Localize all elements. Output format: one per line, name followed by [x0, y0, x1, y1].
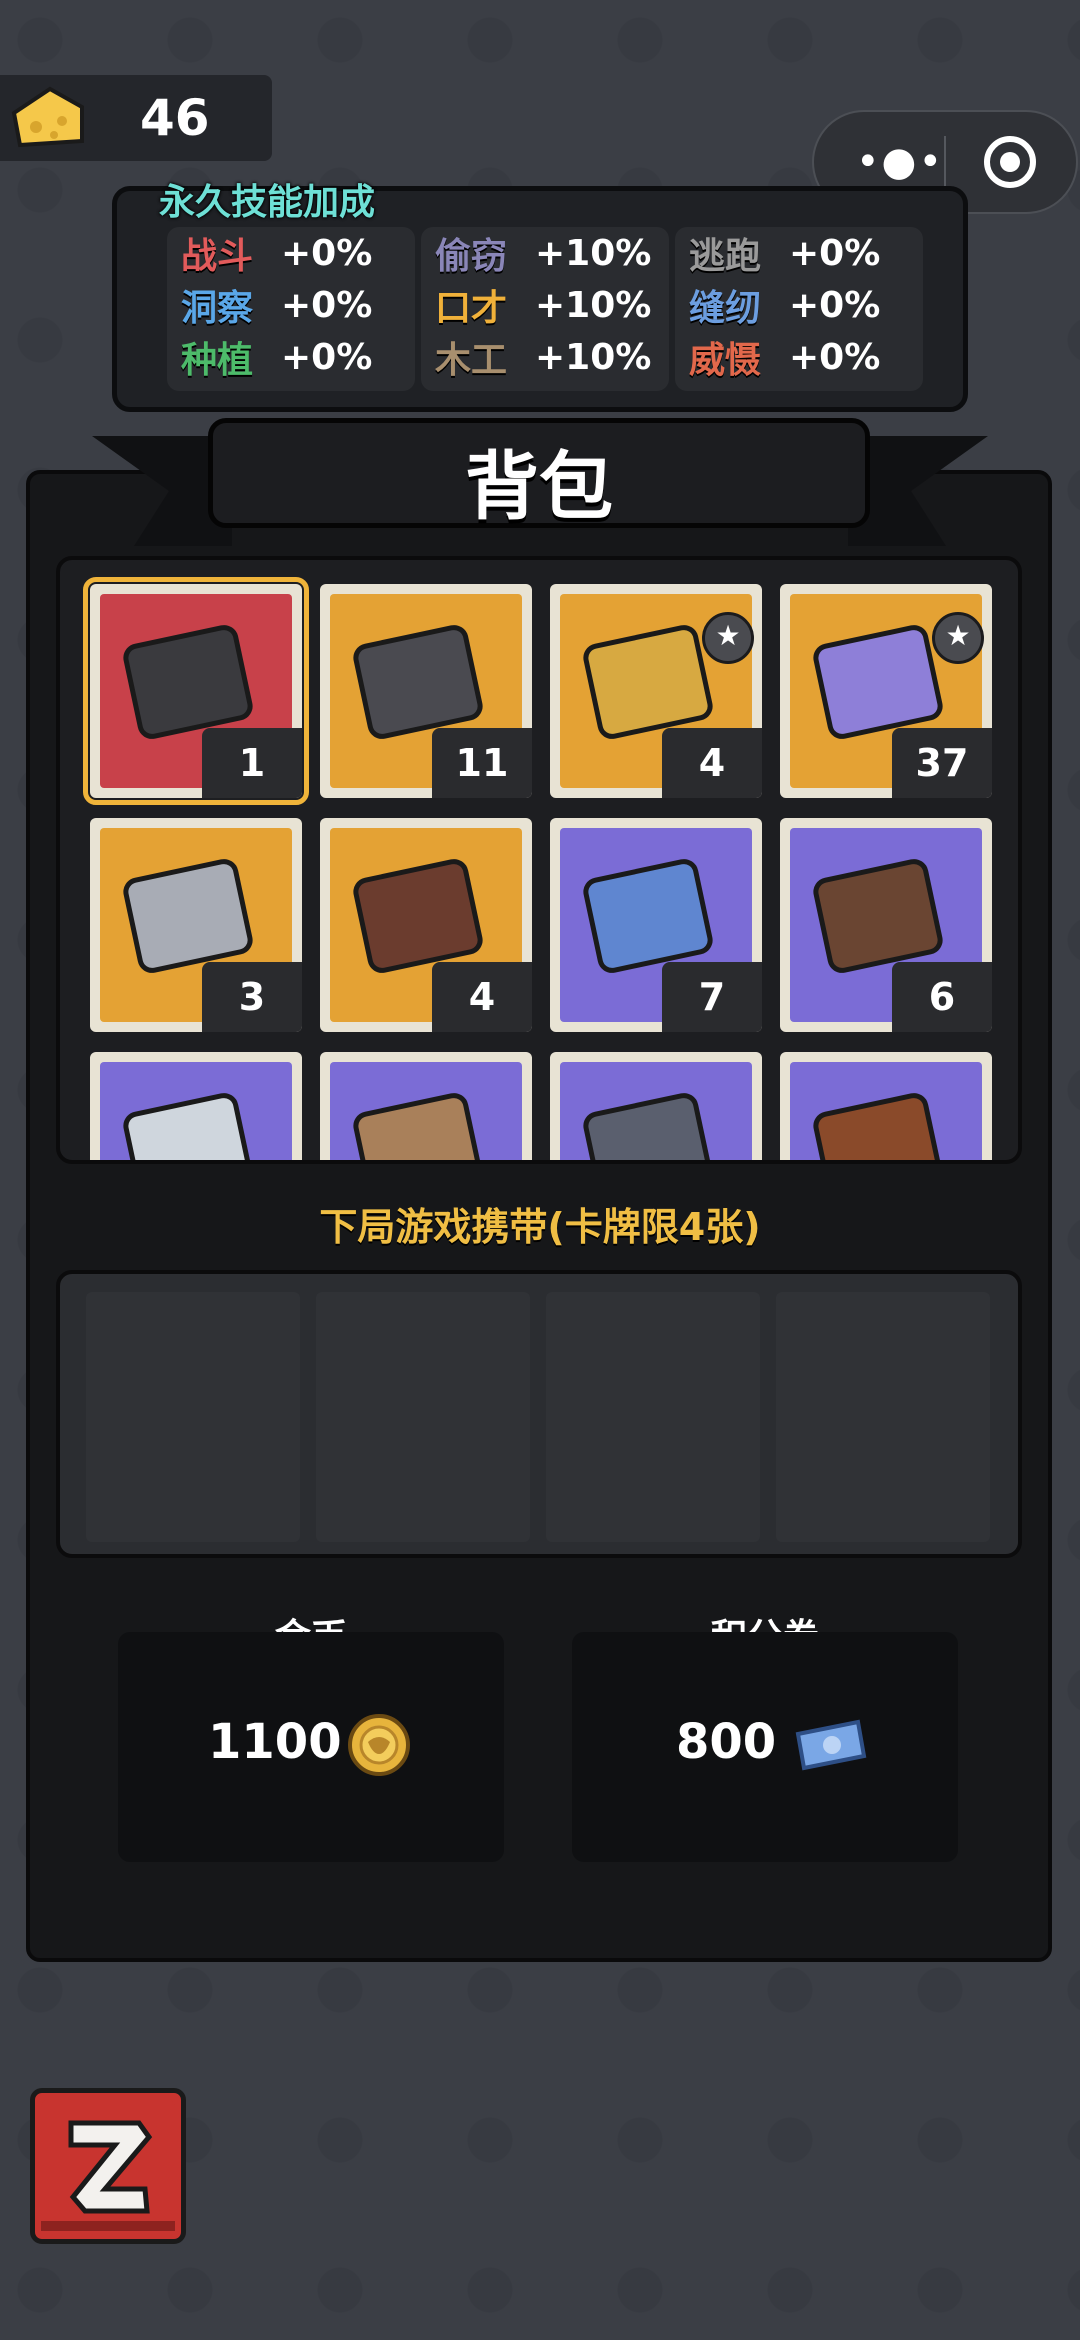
- skill-column-2: 偷窃 +10% 口才 +10% 木工 +10%: [421, 227, 669, 391]
- carry-title: 下局游戏携带(卡牌限4张): [319, 1205, 761, 1249]
- inventory-card-gold-card[interactable]: ★ 4: [550, 584, 762, 798]
- skill-name: 战斗: [181, 236, 254, 277]
- star-badge-icon: ★: [702, 612, 754, 664]
- ticket-bag-icon: [583, 859, 713, 973]
- skill-column-1: 战斗 +0% 洞察 +0% 种植 +0%: [167, 227, 415, 391]
- purple-card-icon: [813, 625, 943, 739]
- item-count: 1: [202, 728, 302, 798]
- skill-value: +0%: [789, 284, 881, 326]
- skill-row: 逃跑 +0%: [675, 227, 923, 279]
- points-value: 800: [676, 1714, 777, 1770]
- skill-value: +10%: [535, 336, 652, 378]
- skill-name: 口才: [435, 288, 508, 329]
- skill-name: 偷窃: [435, 236, 508, 277]
- skill-row: 缝纫 +0%: [675, 279, 923, 331]
- skill-value: +0%: [281, 336, 373, 378]
- medkit-icon: [123, 1093, 253, 1160]
- wallet-icon: [813, 859, 943, 973]
- close-program-button[interactable]: [984, 136, 1036, 188]
- capsule-divider: [944, 136, 946, 190]
- skill-panel-title: 永久技能加成: [159, 182, 376, 223]
- item-count: 11: [432, 728, 532, 798]
- carry-slot[interactable]: [316, 1292, 530, 1542]
- inventory-grid[interactable]: 1 11 ★ 4 ★ 37 3 4 7 6: [56, 556, 1022, 1164]
- more-menu-button[interactable]: •●•: [850, 140, 950, 184]
- cheese-icon: [11, 86, 84, 148]
- skill-value: +0%: [789, 336, 881, 378]
- back-button[interactable]: [30, 2088, 186, 2244]
- skill-name: 逃跑: [689, 236, 762, 277]
- packaged-card-icon: [353, 625, 483, 739]
- skill-value: +0%: [281, 284, 373, 326]
- inventory-card-wallet[interactable]: 6: [780, 818, 992, 1032]
- skill-row: 木工 +10%: [421, 331, 669, 383]
- skill-name: 威慑: [689, 340, 762, 381]
- gold-box: 1100: [118, 1632, 504, 1862]
- item-count: 6: [892, 962, 992, 1032]
- skill-name: 木工: [435, 340, 508, 381]
- carry-slot[interactable]: [86, 1292, 300, 1542]
- skill-row: 偷窃 +10%: [421, 227, 669, 279]
- backpack-banner: 背包: [208, 418, 870, 530]
- gift-box-icon: [123, 625, 253, 739]
- skill-value: +0%: [281, 232, 373, 274]
- inventory-card-ticket-bag[interactable]: 7: [550, 818, 762, 1032]
- inventory-card-gift-box[interactable]: 1: [83, 577, 309, 805]
- backpack-title: 背包: [465, 444, 613, 530]
- item-count: 37: [892, 728, 992, 798]
- inventory-card-lunchbox[interactable]: [550, 1052, 762, 1160]
- skill-row: 洞察 +0%: [167, 279, 415, 331]
- gold-value: 1100: [208, 1714, 342, 1770]
- carry-slots: [56, 1270, 1022, 1558]
- back-arrow-icon: [41, 2099, 175, 2233]
- inventory-card-purple-card[interactable]: ★ 37: [780, 584, 992, 798]
- item-count: 4: [432, 962, 532, 1032]
- points-box: 800: [572, 1632, 958, 1862]
- skill-value: +0%: [789, 232, 881, 274]
- item-count: 7: [662, 962, 762, 1032]
- paper-bag-icon: [353, 1093, 483, 1160]
- inventory-card-paper-bag[interactable]: [320, 1052, 532, 1160]
- item-count: 3: [202, 962, 302, 1032]
- skill-row: 威慑 +0%: [675, 331, 923, 383]
- item-count: 4: [662, 728, 762, 798]
- star-badge-icon: ★: [932, 612, 984, 664]
- stone-mouse-icon: [123, 859, 253, 973]
- skill-row: 战斗 +0%: [167, 227, 415, 279]
- skill-name: 缝纫: [689, 288, 762, 329]
- cheese-counter: 46: [0, 75, 272, 161]
- steak-poster-icon: [353, 859, 483, 973]
- cheese-count: 46: [140, 89, 210, 147]
- lunchbox-icon: [583, 1093, 713, 1160]
- bottle-icon: [813, 1093, 943, 1160]
- carry-slot[interactable]: [776, 1292, 990, 1542]
- inventory-card-stone-mouse[interactable]: 3: [90, 818, 302, 1032]
- skill-column-3: 逃跑 +0% 缝纫 +0% 威慑 +0%: [675, 227, 923, 391]
- skill-value: +10%: [535, 232, 652, 274]
- skill-name: 种植: [181, 340, 254, 381]
- inventory-card-bottle[interactable]: [780, 1052, 992, 1160]
- coin-icon: [348, 1714, 410, 1776]
- inventory-card-steak-poster[interactable]: 4: [320, 818, 532, 1032]
- skill-name: 洞察: [181, 288, 254, 329]
- skill-row: 种植 +0%: [167, 331, 415, 383]
- inventory-card-packaged-card[interactable]: 11: [320, 584, 532, 798]
- carry-slot[interactable]: [546, 1292, 760, 1542]
- inventory-card-medkit[interactable]: [90, 1052, 302, 1160]
- ticket-icon: [795, 1719, 867, 1771]
- gold-card-icon: [583, 625, 713, 739]
- skill-value: +10%: [535, 284, 652, 326]
- permanent-skill-panel: 永久技能加成 战斗 +0% 洞察 +0% 种植 +0% 偷窃 +10% 口才 +10% 木工 +10…: [112, 182, 968, 412]
- skill-row: 口才 +10%: [421, 279, 669, 331]
